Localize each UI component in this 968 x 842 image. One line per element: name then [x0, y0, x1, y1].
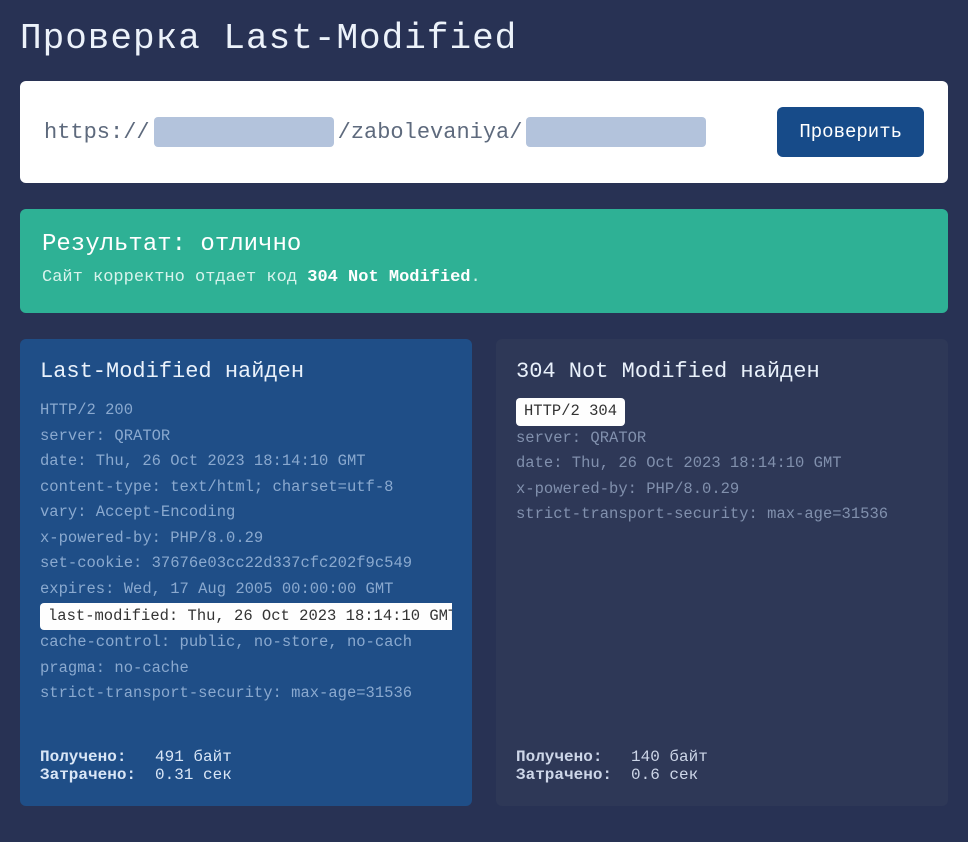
result-banner: Результат: отлично Сайт корректно отдает…: [20, 209, 948, 313]
stat-value: 0.6 сек: [631, 766, 698, 784]
last-modified-card: Last-Modified найден HTTP/2 200 server: …: [20, 339, 472, 806]
card-title: Last-Modified найден: [40, 359, 452, 384]
url-display[interactable]: https:// /zabolevaniya/: [44, 117, 763, 147]
stats-right: Получено: 140 байт Затрачено: 0.6 сек: [516, 748, 928, 784]
header-line: date: Thu, 26 Oct 2023 18:14:10 GMT: [516, 451, 928, 477]
header-line: set-cookie: 37676e03cc22d337cfc202f9c549: [40, 551, 452, 577]
header-line: strict-transport-security: max-age=31536: [516, 502, 928, 528]
header-line: cache-control: public, no-store, no-cach: [40, 630, 452, 656]
url-prefix: https://: [44, 120, 150, 145]
result-text-post: .: [470, 268, 480, 287]
response-headers-left: HTTP/2 200 server: QRATOR date: Thu, 26 …: [40, 398, 452, 728]
header-line: x-powered-by: PHP/8.0.29: [516, 477, 928, 503]
header-line: strict-transport-security: max-age=31536: [40, 681, 452, 707]
stats-left: Получено: 491 байт Затрачено: 0.31 сек: [40, 748, 452, 784]
header-line: vary: Accept-Encoding: [40, 500, 452, 526]
url-mid: /zabolevaniya/: [338, 120, 523, 145]
check-button[interactable]: Проверить: [777, 107, 924, 157]
response-columns: Last-Modified найден HTTP/2 200 server: …: [20, 339, 948, 806]
header-line: date: Thu, 26 Oct 2023 18:14:10 GMT: [40, 449, 452, 475]
header-line: pragma: no-cache: [40, 656, 452, 682]
result-text-pre: Сайт корректно отдает код: [42, 268, 307, 287]
card-title: 304 Not Modified найден: [516, 359, 928, 384]
header-line-highlight: HTTP/2 304: [516, 398, 928, 426]
response-headers-right: HTTP/2 304 server: QRATOR date: Thu, 26 …: [516, 398, 928, 728]
stat-value: 140 байт: [631, 748, 708, 766]
not-modified-card: 304 Not Modified найден HTTP/2 304 serve…: [496, 339, 948, 806]
page-title: Проверка Last-Modified: [20, 18, 948, 59]
result-heading: Результат: отлично: [42, 231, 926, 258]
result-text: Сайт корректно отдает код 304 Not Modifi…: [42, 268, 926, 287]
stat-label: Получено:: [40, 748, 155, 766]
redacted-domain: [154, 117, 334, 147]
header-line: content-type: text/html; charset=utf-8: [40, 475, 452, 501]
stat-label: Получено:: [516, 748, 631, 766]
stat-row: Получено: 491 байт: [40, 748, 452, 766]
highlighted-header: last-modified: Thu, 26 Oct 2023 18:14:10…: [40, 603, 452, 631]
highlighted-header: HTTP/2 304: [516, 398, 625, 426]
header-line: server: QRATOR: [516, 426, 928, 452]
header-line-highlight: last-modified: Thu, 26 Oct 2023 18:14:10…: [40, 603, 452, 631]
result-text-strong: 304 Not Modified: [307, 268, 470, 287]
stat-row: Затрачено: 0.31 сек: [40, 766, 452, 784]
redacted-path: [526, 117, 706, 147]
header-line: expires: Wed, 17 Aug 2005 00:00:00 GMT: [40, 577, 452, 603]
stat-row: Получено: 140 байт: [516, 748, 928, 766]
stat-value: 0.31 сек: [155, 766, 232, 784]
url-input-panel: https:// /zabolevaniya/ Проверить: [20, 81, 948, 183]
stat-value: 491 байт: [155, 748, 232, 766]
stat-label: Затрачено:: [40, 766, 155, 784]
header-line: x-powered-by: PHP/8.0.29: [40, 526, 452, 552]
header-line: HTTP/2 200: [40, 398, 452, 424]
stat-row: Затрачено: 0.6 сек: [516, 766, 928, 784]
stat-label: Затрачено:: [516, 766, 631, 784]
header-line: server: QRATOR: [40, 424, 452, 450]
